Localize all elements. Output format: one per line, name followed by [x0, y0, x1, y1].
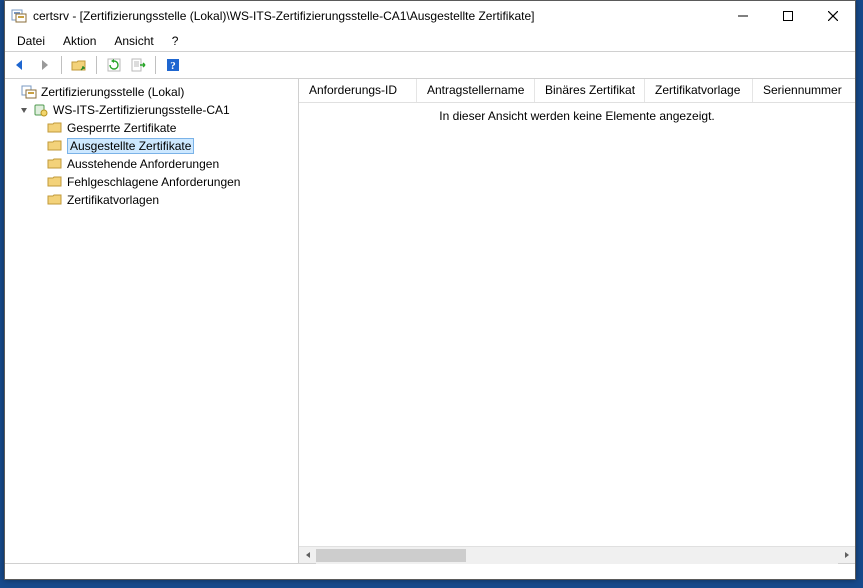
app-window: certsrv - [Zertifizierungsstelle (Lokal)…: [4, 0, 856, 580]
list-header: Anforderungs-ID Antragstellername Binäre…: [299, 79, 855, 103]
tree-failed[interactable]: Fehlgeschlagene Anforderungen: [5, 173, 298, 191]
folder-icon: [47, 120, 63, 136]
empty-message: In dieser Ansicht werden keine Elemente …: [299, 109, 855, 123]
column-requester-name[interactable]: Antragstellername: [417, 79, 535, 102]
tree-label: Ausgestellte Zertifikate: [67, 138, 194, 154]
back-button[interactable]: [9, 54, 31, 76]
chevron-down-icon[interactable]: [19, 105, 33, 115]
scroll-track[interactable]: [316, 547, 838, 564]
scroll-right-icon[interactable]: [838, 547, 855, 564]
tree-issued[interactable]: Ausgestellte Zertifikate: [5, 137, 298, 155]
toolbar-separator: [155, 56, 156, 74]
menubar: Datei Aktion Ansicht ?: [5, 31, 855, 51]
statusbar: [5, 563, 855, 579]
menu-view[interactable]: Ansicht: [106, 32, 161, 50]
refresh-button[interactable]: [103, 54, 125, 76]
titlebar: certsrv - [Zertifizierungsstelle (Lokal)…: [5, 1, 855, 31]
menu-action[interactable]: Aktion: [55, 32, 104, 50]
tree-label: WS-ITS-Zertifizierungsstelle-CA1: [53, 103, 230, 117]
cert-authority-icon: [21, 84, 37, 100]
tree-templates[interactable]: Zertifikatvorlagen: [5, 191, 298, 209]
tree-label: Gesperrte Zertifikate: [67, 121, 176, 135]
column-cert-template[interactable]: Zertifikatvorlage: [645, 79, 753, 102]
toolbar: ?: [5, 51, 855, 79]
up-button[interactable]: [68, 54, 90, 76]
tree-ca[interactable]: WS-ITS-Zertifizierungsstelle-CA1: [5, 101, 298, 119]
body-split: Zertifizierungsstelle (Lokal) WS-ITS-Zer…: [5, 79, 855, 563]
folder-icon: [47, 174, 63, 190]
list-pane: Anforderungs-ID Antragstellername Binäre…: [299, 79, 855, 563]
scroll-thumb[interactable]: [316, 549, 466, 562]
toolbar-separator: [61, 56, 62, 74]
list-body[interactable]: In dieser Ansicht werden keine Elemente …: [299, 103, 855, 546]
help-button[interactable]: ?: [162, 54, 184, 76]
folder-icon: [47, 156, 63, 172]
tree-label: Zertifikatvorlagen: [67, 193, 159, 207]
tree-label: Zertifizierungsstelle (Lokal): [41, 85, 184, 99]
tree-root[interactable]: Zertifizierungsstelle (Lokal): [5, 83, 298, 101]
column-serial-number[interactable]: Seriennummer: [753, 79, 855, 102]
menu-help[interactable]: ?: [164, 32, 187, 50]
window-controls: [720, 1, 855, 31]
scroll-left-icon[interactable]: [299, 547, 316, 564]
minimize-button[interactable]: [720, 1, 765, 30]
app-icon: [11, 8, 27, 24]
toolbar-separator: [96, 56, 97, 74]
menu-file[interactable]: Datei: [9, 32, 53, 50]
svg-text:?: ?: [170, 60, 176, 72]
close-button[interactable]: [810, 1, 855, 30]
horizontal-scrollbar[interactable]: [299, 546, 855, 563]
tree-label: Ausstehende Anforderungen: [67, 157, 219, 171]
server-cert-icon: [33, 102, 49, 118]
tree-pane[interactable]: Zertifizierungsstelle (Lokal) WS-ITS-Zer…: [5, 79, 299, 563]
column-binary-cert[interactable]: Binäres Zertifikat: [535, 79, 645, 102]
maximize-button[interactable]: [765, 1, 810, 30]
export-list-button[interactable]: [127, 54, 149, 76]
window-title: certsrv - [Zertifizierungsstelle (Lokal)…: [33, 9, 720, 23]
tree-label: Fehlgeschlagene Anforderungen: [67, 175, 240, 189]
forward-button[interactable]: [33, 54, 55, 76]
tree-pending[interactable]: Ausstehende Anforderungen: [5, 155, 298, 173]
tree-revoked[interactable]: Gesperrte Zertifikate: [5, 119, 298, 137]
folder-icon: [47, 192, 63, 208]
column-request-id[interactable]: Anforderungs-ID: [299, 79, 417, 102]
folder-icon: [47, 138, 63, 154]
